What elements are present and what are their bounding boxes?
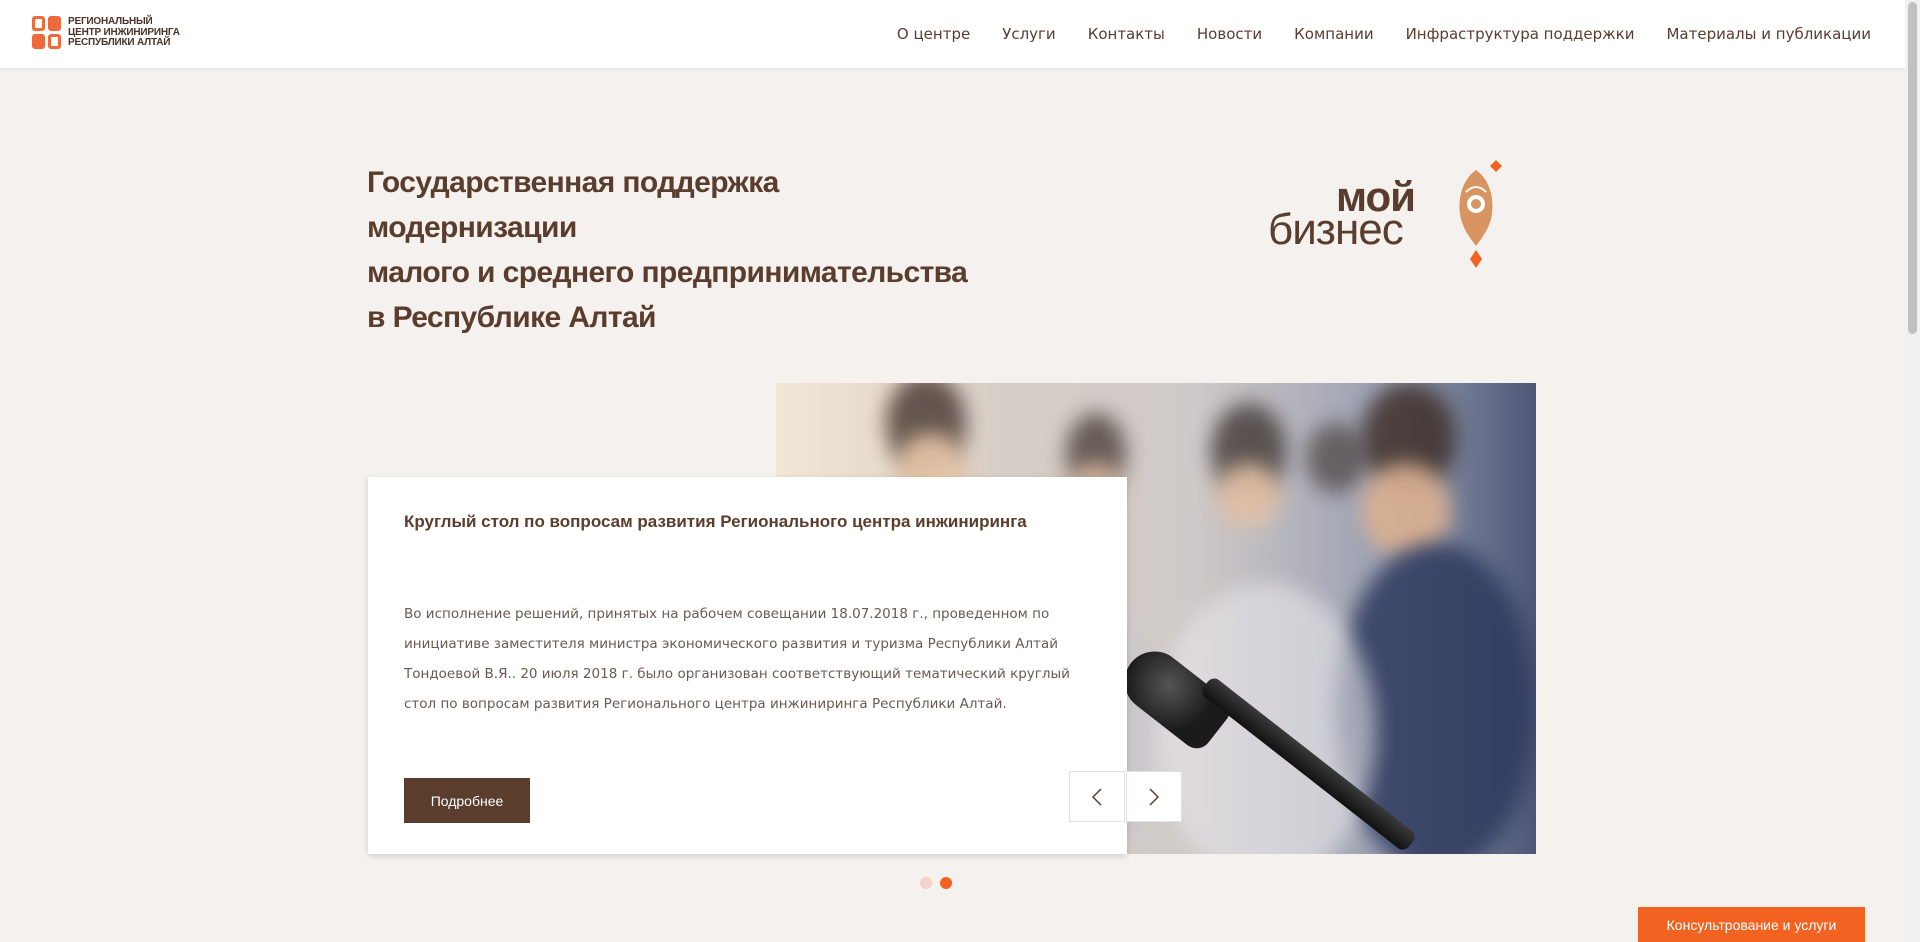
nav-item-materials[interactable]: Материалы и публикации bbox=[1666, 25, 1871, 43]
scrollbar-thumb[interactable] bbox=[1908, 2, 1917, 334]
nav-item-companies[interactable]: Компании bbox=[1294, 25, 1373, 43]
logo-mark-icon bbox=[32, 16, 62, 50]
hero-title-line: Государственная поддержка модернизации bbox=[367, 166, 779, 244]
brand-word-2: бизнес bbox=[1268, 205, 1404, 254]
nav-item-news[interactable]: Новости bbox=[1197, 25, 1262, 43]
hero-title-line: малого и среднего предпринимательства bbox=[367, 256, 968, 289]
consultation-button[interactable]: Консультрование и услуги bbox=[1638, 907, 1865, 942]
logo-line: РЕСПУБЛИКИ АЛТАЙ bbox=[68, 37, 171, 49]
slide-text: Во исполнение решений, принятых на рабоч… bbox=[404, 606, 1070, 712]
center-logo[interactable]: РЕГИОНАЛЬНЫЙ ЦЕНТР ИНЖИНИРИНГА РЕСПУБЛИК… bbox=[32, 15, 180, 51]
moi-biznes-logo[interactable]: мой бизнес bbox=[1268, 158, 1508, 273]
nav-item-contacts[interactable]: Контакты bbox=[1088, 25, 1165, 43]
nav-item-services[interactable]: Услуги bbox=[1002, 25, 1055, 43]
rocket-icon bbox=[1459, 160, 1502, 268]
main-nav: О центре Услуги Контакты Новости Компани… bbox=[865, 0, 1871, 68]
chevron-left-icon bbox=[1091, 787, 1102, 806]
hero-title: Государственная поддержка модернизации м… bbox=[367, 160, 987, 340]
logo-text: РЕГИОНАЛЬНЫЙ ЦЕНТР ИНЖИНИРИНГА РЕСПУБЛИК… bbox=[68, 17, 180, 49]
more-button[interactable]: Подробнее bbox=[404, 778, 530, 823]
slider-dot-1[interactable] bbox=[920, 877, 932, 889]
slider-prev-button[interactable] bbox=[1069, 771, 1125, 822]
page-scrollbar[interactable] bbox=[1905, 0, 1920, 942]
slide-title[interactable]: Круглый стол по вопросам развития Регион… bbox=[404, 512, 1104, 532]
chevron-right-icon bbox=[1149, 787, 1160, 806]
slider-dots bbox=[920, 877, 960, 889]
slide-card: Круглый стол по вопросам развития Регион… bbox=[368, 477, 1127, 854]
hero-title-line: в Республике Алтай bbox=[367, 301, 656, 334]
site-header: РЕГИОНАЛЬНЫЙ ЦЕНТР ИНЖИНИРИНГА РЕСПУБЛИК… bbox=[0, 0, 1905, 68]
nav-item-about[interactable]: О центре bbox=[897, 25, 970, 43]
slider-next-button[interactable] bbox=[1126, 771, 1182, 822]
slider-dot-2[interactable] bbox=[940, 877, 952, 889]
nav-item-infrastructure[interactable]: Инфраструктура поддержки bbox=[1406, 25, 1635, 43]
